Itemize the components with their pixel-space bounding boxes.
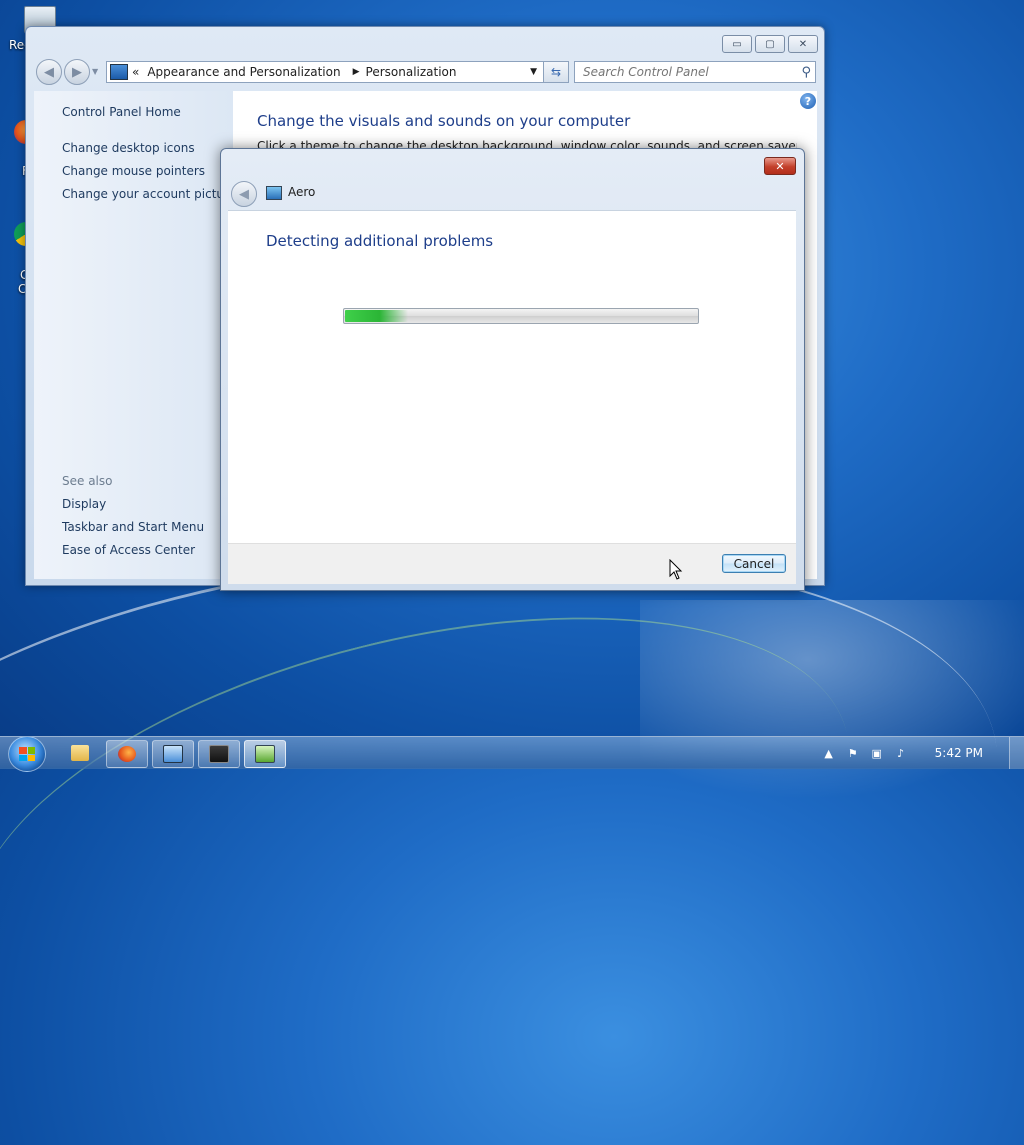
start-button[interactable] bbox=[8, 736, 46, 772]
maximize-button[interactable]: ▢ bbox=[755, 35, 785, 53]
dialog-body: Detecting additional problems bbox=[228, 210, 796, 544]
dialog-close-button[interactable]: ✕ bbox=[764, 157, 796, 175]
mouse-cursor-icon bbox=[669, 559, 683, 580]
action-center-flag-icon[interactable]: ⚑ bbox=[845, 745, 861, 761]
back-button[interactable]: ◀ bbox=[36, 59, 62, 85]
refresh-button[interactable]: ⇆ bbox=[543, 61, 569, 83]
change-desktop-icons-link[interactable]: Change desktop icons bbox=[62, 141, 195, 155]
forward-arrow-icon: ▶ bbox=[72, 64, 82, 80]
minimize-button[interactable]: ▭ bbox=[722, 35, 752, 53]
taskbar-network-button[interactable] bbox=[152, 740, 194, 768]
aero-troubleshooter-icon bbox=[266, 186, 282, 200]
network-icon bbox=[163, 745, 183, 763]
control-panel-sidebar: Control Panel Home Change desktop icons … bbox=[34, 91, 236, 579]
see-also-heading: See also bbox=[62, 474, 113, 488]
clock[interactable]: 5:42 PM bbox=[935, 746, 983, 760]
aero-troubleshooter-dialog: ✕ ◀ Aero Detecting additional problems C… bbox=[220, 148, 805, 591]
window-caption-buttons: ▭ ▢ ✕ bbox=[719, 35, 818, 53]
control-panel-home-link[interactable]: Control Panel Home bbox=[62, 105, 181, 119]
folder-icon bbox=[71, 745, 89, 761]
status-heading: Detecting additional problems bbox=[266, 232, 494, 250]
search-box[interactable]: ⚲ bbox=[574, 61, 816, 83]
taskbar-cmd-button[interactable] bbox=[198, 740, 240, 768]
show-hidden-icons-chevron-icon[interactable]: ▲ bbox=[821, 745, 837, 761]
search-input[interactable] bbox=[581, 64, 785, 80]
control-panel-icon bbox=[110, 64, 128, 80]
taskbar-explorer-button[interactable] bbox=[60, 740, 100, 766]
change-account-picture-link[interactable]: Change your account picture bbox=[62, 187, 236, 201]
taskbar-firefox-button[interactable] bbox=[106, 740, 148, 768]
cancel-button[interactable]: Cancel bbox=[722, 554, 786, 573]
forward-button[interactable]: ▶ bbox=[64, 59, 90, 85]
system-tray: ▲ ⚑ ▣ ♪ 5:42 PM bbox=[817, 737, 1024, 769]
dialog-title: Aero bbox=[288, 185, 316, 199]
firefox-icon bbox=[118, 746, 136, 762]
show-desktop-button[interactable] bbox=[1009, 737, 1024, 769]
network-tray-icon[interactable]: ▣ bbox=[869, 745, 885, 761]
dialog-back-button[interactable]: ◀ bbox=[231, 181, 257, 207]
monitor-icon bbox=[209, 745, 229, 763]
breadcrumb-item[interactable]: Appearance and Personalization bbox=[147, 65, 340, 79]
display-link[interactable]: Display bbox=[62, 497, 106, 511]
breadcrumb-arrow-icon[interactable]: ▶ bbox=[353, 67, 360, 77]
taskbar: ▲ ⚑ ▣ ♪ 5:42 PM bbox=[0, 736, 1024, 772]
ease-of-access-link[interactable]: Ease of Access Center bbox=[62, 543, 195, 557]
troubleshooter-icon bbox=[255, 745, 275, 763]
address-bar[interactable]: « Appearance and Personalization ▶ Perso… bbox=[106, 61, 544, 83]
progress-bar-fill bbox=[345, 310, 408, 322]
taskbar-troubleshooter-button[interactable] bbox=[244, 740, 286, 768]
close-button[interactable]: ✕ bbox=[788, 35, 818, 53]
taskbar-start-menu-link[interactable]: Taskbar and Start Menu bbox=[62, 520, 204, 534]
back-arrow-icon: ◀ bbox=[44, 64, 54, 80]
windows-logo-icon bbox=[19, 747, 35, 761]
refresh-icon: ⇆ bbox=[550, 65, 562, 79]
breadcrumb-item[interactable]: Personalization bbox=[366, 65, 457, 79]
breadcrumb-overflow[interactable]: « bbox=[132, 65, 139, 79]
search-icon[interactable]: ⚲ bbox=[801, 65, 811, 80]
help-icon[interactable]: ? bbox=[800, 93, 816, 109]
address-dropdown-icon[interactable]: ▼ bbox=[530, 67, 537, 77]
progress-bar bbox=[343, 308, 699, 324]
recent-pages-chevron-icon[interactable]: ▼ bbox=[92, 67, 98, 76]
back-arrow-icon: ◀ bbox=[239, 186, 249, 202]
page-title: Change the visuals and sounds on your co… bbox=[257, 112, 631, 130]
volume-muted-icon[interactable]: ♪ bbox=[893, 745, 909, 761]
change-mouse-pointers-link[interactable]: Change mouse pointers bbox=[62, 164, 205, 178]
dialog-footer: Cancel bbox=[228, 543, 796, 584]
